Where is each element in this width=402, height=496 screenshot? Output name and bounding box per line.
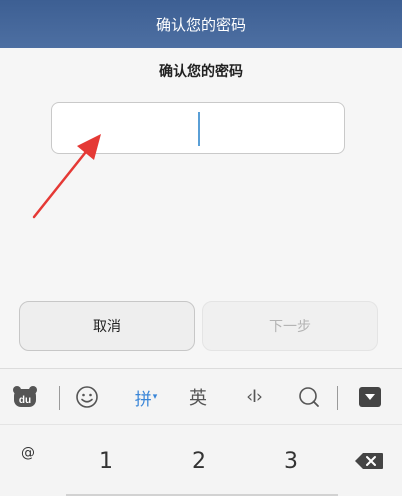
toolbar-divider <box>337 386 338 410</box>
english-mode-button[interactable]: 英 <box>181 369 215 425</box>
keyboard-row: @ 1 2 3 <box>0 424 402 496</box>
next-step-button-label: 下一步 <box>269 319 311 335</box>
du-bear-logo-icon[interactable]: du <box>8 369 42 425</box>
password-digit-1[interactable] <box>52 103 199 153</box>
key-3[interactable]: 3 <box>267 425 315 496</box>
pinyin-label: 拼 <box>134 389 152 410</box>
cursor-move-icon[interactable]: ‹I› <box>237 369 271 425</box>
dropdown-caret-icon: ▾ <box>152 392 158 402</box>
next-step-button[interactable]: 下一步 <box>202 301 378 351</box>
password-input[interactable] <box>51 102 345 154</box>
text-caret <box>198 112 200 146</box>
emoji-icon[interactable] <box>70 369 104 425</box>
window-title: 确认您的密码 <box>155 15 246 34</box>
english-label: 英 <box>189 388 207 409</box>
key-2[interactable]: 2 <box>175 425 223 496</box>
password-digit-2[interactable] <box>199 103 346 153</box>
pinyin-mode-button[interactable]: 拼 ▾ <box>124 369 168 425</box>
search-icon[interactable] <box>292 369 326 425</box>
keyboard-hide-icon[interactable] <box>352 369 388 425</box>
cancel-button-label: 取消 <box>93 319 121 335</box>
toolbar-divider <box>59 386 60 410</box>
password-prompt: 确认您的密码 <box>159 64 243 80</box>
backspace-icon[interactable] <box>346 425 392 496</box>
key-1[interactable]: 1 <box>82 425 130 496</box>
title-bar: 确认您的密码 <box>0 0 402 48</box>
svg-text:du: du <box>19 395 31 406</box>
key-at[interactable]: @ <box>8 425 48 496</box>
ime-toolbar: du 拼 ▾ 英 ‹I› <box>0 368 402 424</box>
cancel-button[interactable]: 取消 <box>19 301 195 351</box>
content-area: 确认您的密码 取消 下一步 <box>0 48 402 368</box>
